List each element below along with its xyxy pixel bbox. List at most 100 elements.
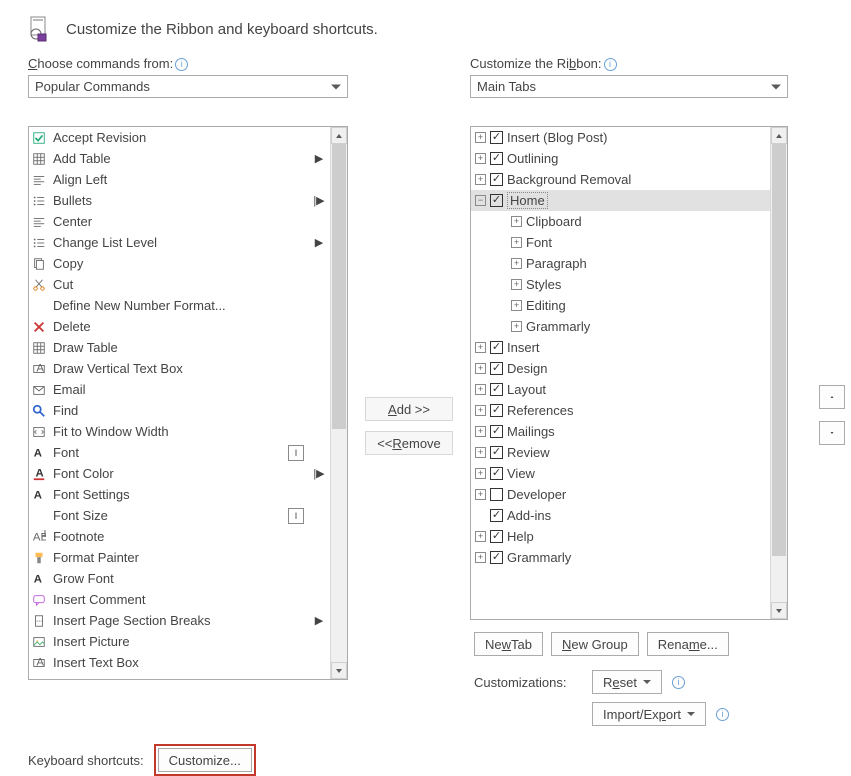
import-export-dropdown-button[interactable]: Import/Export	[592, 702, 706, 726]
tree-expand-icon[interactable]: +	[475, 405, 486, 416]
tree-item[interactable]: +Design	[471, 358, 770, 379]
scroll-up-icon[interactable]	[331, 127, 347, 144]
tree-expand-icon[interactable]: +	[511, 237, 522, 248]
tree-expand-icon[interactable]: +	[475, 363, 486, 374]
tree-item[interactable]: +Grammarly	[471, 547, 770, 568]
tree-checkbox[interactable]	[490, 152, 503, 165]
tree-item[interactable]: +Layout	[471, 379, 770, 400]
tree-item[interactable]: +Insert	[471, 337, 770, 358]
tree-expand-icon[interactable]: +	[475, 426, 486, 437]
command-item[interactable]: Insert Picture	[29, 631, 330, 652]
info-icon[interactable]: i	[604, 58, 617, 71]
customize-ribbon-dropdown[interactable]: Main Tabs	[470, 75, 788, 98]
tree-item[interactable]: +Clipboard	[471, 211, 770, 232]
tree-checkbox[interactable]	[490, 530, 503, 543]
customize-shortcuts-button[interactable]: Customize...	[158, 748, 252, 772]
tree-checkbox[interactable]	[490, 551, 503, 564]
command-item[interactable]: Font SizeI	[29, 505, 330, 526]
reset-dropdown-button[interactable]: Reset	[592, 670, 662, 694]
tree-item[interactable]: +References	[471, 400, 770, 421]
tree-expand-icon[interactable]: −	[475, 195, 486, 206]
command-item[interactable]: Insert Comment	[29, 589, 330, 610]
tree-item[interactable]: +Help	[471, 526, 770, 547]
tree-checkbox[interactable]	[490, 446, 503, 459]
tree-item[interactable]: +View	[471, 463, 770, 484]
tree-checkbox[interactable]	[490, 404, 503, 417]
info-icon[interactable]: i	[716, 708, 729, 721]
info-icon[interactable]: i	[672, 676, 685, 689]
tree-expand-icon[interactable]: +	[511, 321, 522, 332]
tree-checkbox[interactable]	[490, 509, 503, 522]
tree-checkbox[interactable]	[490, 488, 503, 501]
command-item[interactable]: AFont Settings	[29, 484, 330, 505]
commands-listbox[interactable]: Accept RevisionAdd Table▶Align LeftBulle…	[28, 126, 348, 680]
tree-expand-icon[interactable]: +	[475, 174, 486, 185]
command-item[interactable]: AFont Color|▶	[29, 463, 330, 484]
tree-item[interactable]: Add-ins	[471, 505, 770, 526]
ribbon-tree[interactable]: +Insert (Blog Post)+Outlining+Background…	[470, 126, 788, 620]
new-tab-button[interactable]: New Tab	[474, 632, 543, 656]
command-item[interactable]: Find	[29, 400, 330, 421]
command-item[interactable]: Add Table▶	[29, 148, 330, 169]
tree-item[interactable]: +Paragraph	[471, 253, 770, 274]
tree-expand-icon[interactable]: +	[475, 468, 486, 479]
rename-button[interactable]: Rename...	[647, 632, 729, 656]
tree-item[interactable]: +Font	[471, 232, 770, 253]
tree-checkbox[interactable]	[490, 467, 503, 480]
add-button[interactable]: Add >>	[365, 397, 453, 421]
command-item[interactable]: Center	[29, 211, 330, 232]
tree-item[interactable]: +Background Removal	[471, 169, 770, 190]
scrollbar[interactable]	[770, 127, 787, 619]
tree-checkbox[interactable]	[490, 194, 503, 207]
tree-expand-icon[interactable]: +	[475, 447, 486, 458]
command-item[interactable]: AInsert Text Box	[29, 652, 330, 673]
tree-checkbox[interactable]	[490, 425, 503, 438]
move-down-button[interactable]	[819, 421, 845, 445]
tree-checkbox[interactable]	[490, 383, 503, 396]
command-item[interactable]: Copy	[29, 253, 330, 274]
tree-expand-icon[interactable]: +	[511, 216, 522, 227]
choose-commands-dropdown[interactable]: Popular Commands	[28, 75, 348, 98]
command-item[interactable]: Accept Revision	[29, 127, 330, 148]
info-icon[interactable]: i	[175, 58, 188, 71]
command-item[interactable]: Draw Table	[29, 337, 330, 358]
command-item[interactable]: Delete	[29, 316, 330, 337]
tree-item[interactable]: +Mailings	[471, 421, 770, 442]
tree-expand-icon[interactable]: +	[475, 552, 486, 563]
tree-item[interactable]: +Developer	[471, 484, 770, 505]
tree-item[interactable]: +Insert (Blog Post)	[471, 127, 770, 148]
command-item[interactable]: AB1Footnote	[29, 526, 330, 547]
command-item[interactable]: Cut	[29, 274, 330, 295]
command-item[interactable]: Format Painter	[29, 547, 330, 568]
scroll-up-icon[interactable]	[771, 127, 787, 144]
scroll-down-icon[interactable]	[771, 602, 787, 619]
tree-expand-icon[interactable]: +	[511, 300, 522, 311]
tree-checkbox[interactable]	[490, 131, 503, 144]
command-item[interactable]: ADraw Vertical Text Box	[29, 358, 330, 379]
command-item[interactable]: Insert Page Section Breaks▶	[29, 610, 330, 631]
tree-item[interactable]: +Review	[471, 442, 770, 463]
tree-expand-icon[interactable]: +	[511, 279, 522, 290]
command-item[interactable]: Email	[29, 379, 330, 400]
command-item[interactable]: Change List Level▶	[29, 232, 330, 253]
tree-item[interactable]: +Styles	[471, 274, 770, 295]
scrollbar[interactable]	[330, 127, 347, 679]
tree-expand-icon[interactable]: +	[475, 342, 486, 353]
command-item[interactable]: AFontI	[29, 442, 330, 463]
command-item[interactable]: AGrow Font	[29, 568, 330, 589]
remove-button[interactable]: << Remove	[365, 431, 453, 455]
command-item[interactable]: Define New Number Format...	[29, 295, 330, 316]
command-item[interactable]: Fit to Window Width	[29, 421, 330, 442]
tree-expand-icon[interactable]: +	[475, 531, 486, 542]
move-up-button[interactable]	[819, 385, 845, 409]
command-item[interactable]: Bullets|▶	[29, 190, 330, 211]
tree-expand-icon[interactable]: +	[475, 489, 486, 500]
tree-item[interactable]: +Outlining	[471, 148, 770, 169]
tree-expand-icon[interactable]: +	[475, 132, 486, 143]
tree-expand-icon[interactable]: +	[475, 153, 486, 164]
tree-item[interactable]: +Grammarly	[471, 316, 770, 337]
tree-expand-icon[interactable]: +	[511, 258, 522, 269]
tree-expand-icon[interactable]: +	[475, 384, 486, 395]
command-item[interactable]: Align Left	[29, 169, 330, 190]
tree-checkbox[interactable]	[490, 362, 503, 375]
